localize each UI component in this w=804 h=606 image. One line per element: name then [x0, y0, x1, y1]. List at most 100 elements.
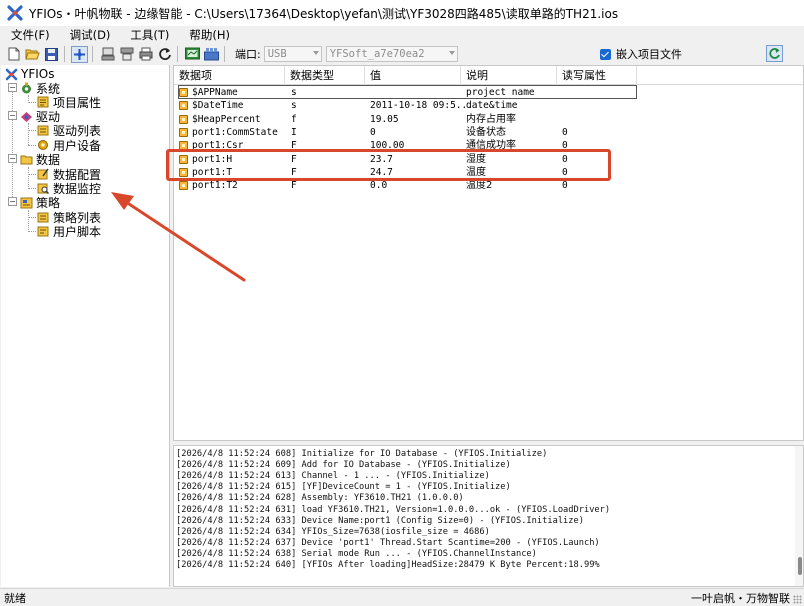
- log-line: [2026/4/8 11:52:24 615] [YF]DeviceCount …: [176, 482, 511, 493]
- open-folder-icon[interactable]: [24, 46, 41, 63]
- tree-line: [28, 145, 36, 146]
- tree-item-user-script[interactable]: 用户脚本: [37, 224, 102, 239]
- chevron-down-icon: [312, 51, 319, 55]
- data-monitor-table: 数据项 数据类型 值 说明 读写属性 $APPName s project name…: [173, 65, 804, 441]
- cell-value: 0.0: [370, 180, 388, 192]
- log-line: [2026/4/8 11:52:24 634] YFIOs_Size=7638(…: [176, 526, 490, 537]
- tree-line: [28, 188, 36, 189]
- menu-bar: 文件(F) 调试(D) 工具(T) 帮助(H): [0, 26, 804, 44]
- collapse-strategy-toggle[interactable]: −: [8, 197, 17, 206]
- collapse-driver-toggle[interactable]: −: [8, 111, 17, 120]
- tree-line: [28, 102, 36, 103]
- collapse-data-toggle[interactable]: −: [8, 154, 17, 163]
- tree-line: [28, 123, 29, 145]
- column-header-value[interactable]: 值: [365, 66, 461, 85]
- title-bar: YFIOs・叶帆物联 - 边缘智能 - C:\Users\17364\Deskt…: [0, 0, 804, 26]
- status-slogan: 一叶启帆・万物智联: [691, 591, 790, 605]
- tree-item-project-props-label: 项目属性: [53, 95, 102, 110]
- toolbar-separator: [224, 46, 225, 62]
- toolbar-separator: [92, 46, 93, 62]
- tree-line: [28, 231, 36, 232]
- menu-debug[interactable]: 调试(D): [59, 27, 120, 43]
- table-row[interactable]: $DateTime s 2011-10-18 09:5... date&time: [174, 99, 803, 112]
- log-line: [2026/4/8 11:52:24 640] [YFIOs After loa…: [176, 560, 600, 570]
- strategy-icon: [20, 196, 33, 209]
- menu-tools[interactable]: 工具(T): [119, 27, 178, 43]
- menu-file[interactable]: 文件(F): [0, 27, 59, 43]
- log-scrollbar[interactable]: [795, 446, 803, 586]
- table-row[interactable]: port1:CommState I 0 设备状态 0: [174, 126, 803, 139]
- cell-desc: 设备状态: [466, 126, 506, 138]
- reload-icon[interactable]: [156, 46, 173, 63]
- column-header-desc[interactable]: 说明: [461, 66, 557, 85]
- user-script-icon: [37, 225, 50, 238]
- column-header-name[interactable]: 数据项: [174, 66, 285, 85]
- new-file-icon[interactable]: [5, 46, 22, 63]
- data-item-icon: [179, 114, 188, 124]
- yfios-root-icon: [5, 68, 18, 81]
- toolbar-separator: [177, 46, 178, 62]
- connect-icon[interactable]: [71, 45, 88, 63]
- data-item-icon: [179, 101, 188, 111]
- tree-item-user-device-label: 用户设备: [53, 138, 102, 153]
- project-select[interactable]: YFSoft_a7e70ea2: [325, 46, 458, 62]
- port-select[interactable]: USB: [263, 46, 322, 62]
- tree-line: [28, 167, 29, 189]
- embed-project-checkbox[interactable]: [600, 48, 611, 60]
- print-icon[interactable]: [137, 46, 154, 63]
- port-label: 端口:: [235, 48, 261, 61]
- cell-name: port1:T2: [192, 180, 238, 192]
- log-scrollbar-thumb[interactable]: [798, 557, 802, 575]
- cell-value: 0: [370, 126, 376, 138]
- cell-type: F: [291, 180, 297, 192]
- cell-rw: 0: [562, 126, 568, 138]
- tree-item-strategy[interactable]: 策略: [20, 195, 60, 210]
- column-header-rw[interactable]: 读写属性: [557, 66, 637, 85]
- tree-item-driver-list[interactable]: 驱动列表: [37, 123, 101, 138]
- toolbar-separator: [64, 46, 65, 62]
- upload-icon[interactable]: [118, 46, 135, 63]
- log-line: [2026/4/8 11:52:24 608] Initialize for I…: [176, 449, 548, 459]
- driver-icon: [20, 110, 33, 123]
- log-line: [2026/4/8 11:52:24 628] Assembly: YF3610…: [176, 493, 464, 504]
- data-item-icon: [179, 181, 188, 191]
- save-icon[interactable]: [43, 46, 60, 63]
- system-gear-icon: [20, 82, 33, 95]
- strategy-list-icon: [37, 211, 50, 224]
- chevron-down-icon: [448, 51, 455, 55]
- cell-name: $DateTime: [192, 100, 244, 112]
- embed-project-checkbox-group[interactable]: 嵌入项目文件: [600, 46, 682, 62]
- project-select-value: YFSoft_a7e70ea2: [329, 48, 425, 60]
- cell-rw: 0: [562, 180, 568, 192]
- cell-type: s: [291, 100, 297, 112]
- collapse-system-toggle[interactable]: −: [8, 83, 17, 92]
- project-tree: YFIOs − 系统 项目属性 − 驱动 驱动列表 用户设备 − 数据 数据配置…: [1, 65, 170, 587]
- selected-row-outline: [178, 85, 637, 99]
- tree-line: [28, 210, 29, 232]
- log-output: [2026/4/8 11:52:24 608] Initialize for I…: [173, 445, 804, 587]
- toolbar: 端口: USB YFSoft_a7e70ea2 嵌入项目文件: [0, 44, 804, 64]
- table-header: 数据项 数据类型 值 说明 读写属性: [174, 66, 803, 85]
- log-line: [2026/4/8 11:52:24 637] Device 'port1' T…: [176, 537, 600, 548]
- embed-project-label[interactable]: 嵌入项目文件: [616, 46, 682, 62]
- device-manager-icon[interactable]: [203, 46, 220, 63]
- download-icon[interactable]: [99, 46, 116, 63]
- data-folder-icon: [20, 153, 33, 166]
- tree-item-data-monitor-label: 数据监控: [53, 181, 102, 196]
- table-row[interactable]: $HeapPercent f 19.05 内存占用率: [174, 113, 803, 126]
- data-item-icon: [179, 127, 188, 137]
- cell-desc: 温度2: [466, 180, 493, 192]
- monitor-icon[interactable]: [184, 46, 201, 63]
- tree-line: [28, 130, 36, 131]
- resize-grip-icon[interactable]: [793, 595, 802, 604]
- cell-desc: 内存占用率: [466, 113, 516, 125]
- table-row[interactable]: port1:T2 F 0.0 温度2 0: [174, 179, 803, 192]
- refresh-icon[interactable]: [766, 45, 783, 62]
- tree-item-data[interactable]: 数据: [20, 152, 60, 167]
- cell-desc: date&time: [466, 100, 518, 112]
- cell-name: $HeapPercent: [192, 113, 261, 125]
- column-header-type[interactable]: 数据类型: [285, 66, 365, 85]
- log-line: [2026/4/8 11:52:24 631] load YF3610.TH21…: [176, 504, 611, 515]
- tree-item-user-script-label: 用户脚本: [53, 224, 102, 239]
- menu-help[interactable]: 帮助(H): [178, 27, 239, 43]
